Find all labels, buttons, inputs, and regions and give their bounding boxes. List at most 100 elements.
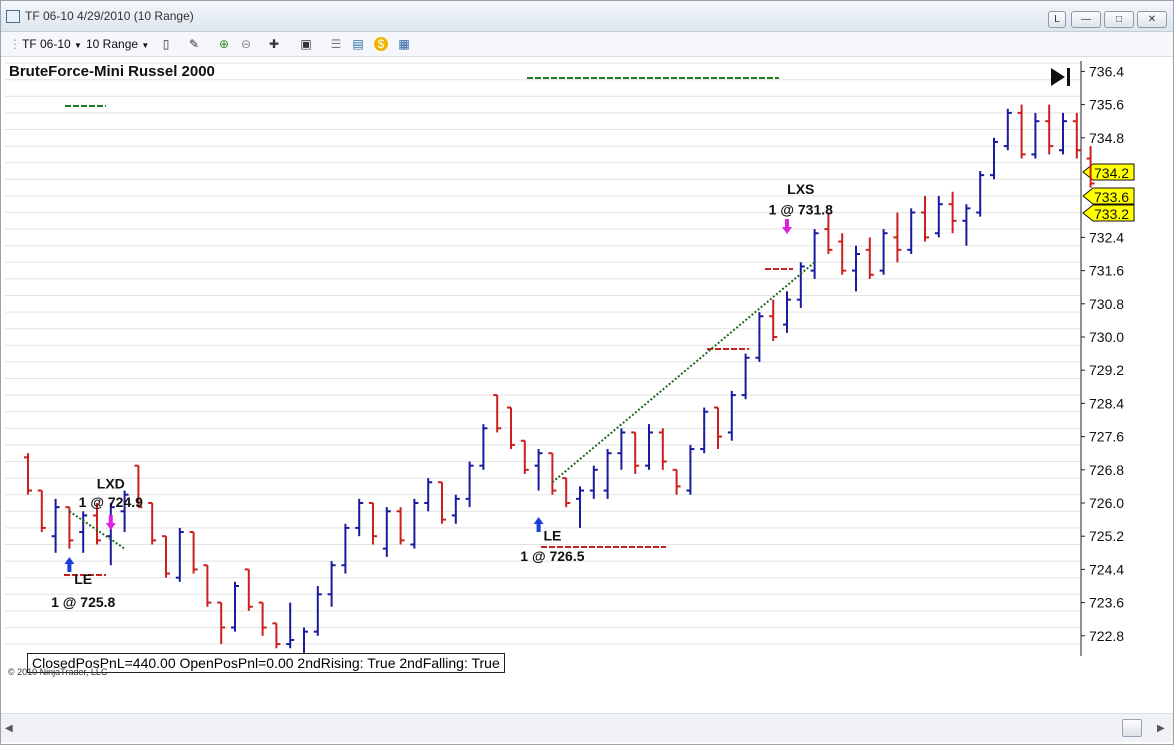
ohlc-bar bbox=[796, 262, 805, 308]
ohlc-bar bbox=[534, 449, 543, 491]
y-tick-label: 723.6 bbox=[1089, 595, 1124, 611]
ohlc-bar bbox=[852, 245, 860, 292]
ohlc-bar bbox=[189, 531, 198, 574]
ohlc-bar bbox=[686, 444, 695, 495]
y-tick-label: 728.4 bbox=[1089, 395, 1124, 411]
trade-annotation: LXD bbox=[97, 475, 125, 491]
y-tick-label: 736.4 bbox=[1089, 63, 1124, 79]
ohlc-bar bbox=[286, 602, 295, 649]
ohlc-bar bbox=[603, 449, 612, 499]
y-tick-label: 726.8 bbox=[1089, 462, 1124, 478]
y-tick-label: 725.2 bbox=[1089, 528, 1124, 544]
ohlc-bar bbox=[576, 486, 584, 528]
price-tag-label: 733.2 bbox=[1094, 206, 1129, 222]
ohlc-bar bbox=[493, 394, 502, 433]
ohlc-bar bbox=[162, 535, 170, 578]
y-tick-label: 730.0 bbox=[1089, 329, 1124, 345]
ohlc-bar bbox=[562, 477, 571, 508]
ohlc-bar bbox=[258, 601, 267, 636]
ohlc-bar bbox=[810, 229, 819, 279]
ohlc-bar bbox=[907, 208, 916, 254]
ohlc-bar bbox=[451, 494, 460, 524]
ohlc-bar bbox=[479, 424, 488, 470]
ohlc-bar bbox=[327, 561, 336, 607]
ohlc-bar bbox=[617, 428, 626, 470]
ohlc-bar bbox=[1031, 112, 1040, 159]
scrollbar-thumb[interactable] bbox=[1122, 719, 1142, 737]
ohlc-bar bbox=[396, 507, 405, 545]
skip-to-end-bar bbox=[1067, 68, 1070, 86]
ohlc-bar bbox=[175, 527, 184, 582]
ohlc-bar bbox=[631, 431, 640, 474]
ohlc-bar bbox=[548, 452, 557, 495]
horizontal-scrollbar[interactable]: ◀ ▶ bbox=[1, 713, 1173, 742]
ohlc-bar bbox=[990, 137, 998, 180]
ohlc-bar bbox=[755, 312, 764, 362]
ohlc-bar bbox=[741, 353, 750, 400]
ohlc-bar bbox=[962, 204, 971, 246]
ohlc-bar bbox=[79, 511, 88, 553]
ohlc-bar bbox=[1072, 112, 1081, 159]
ohlc-bar bbox=[865, 237, 874, 279]
ohlc-bar bbox=[824, 212, 833, 254]
ohlc-bar bbox=[589, 465, 598, 499]
trade-annotation: 1 @ 725.8 bbox=[51, 594, 115, 610]
ohlc-bar bbox=[1059, 112, 1067, 155]
price-tag-label: 734.2 bbox=[1094, 165, 1129, 181]
y-tick-label: 735.6 bbox=[1089, 97, 1124, 113]
ohlc-bar bbox=[217, 601, 226, 645]
ohlc-bar bbox=[976, 171, 985, 217]
ohlc-bar bbox=[148, 502, 157, 545]
ohlc-bar bbox=[465, 461, 474, 508]
ohlc-bar bbox=[410, 498, 419, 549]
trade-annotation: 1 @ 726.5 bbox=[520, 548, 584, 564]
price-tag-label: 733.6 bbox=[1094, 189, 1129, 205]
chart-window: TF 06-10 4/29/2010 (10 Range) L — □ ✕ ⋮ … bbox=[0, 0, 1174, 745]
trade-annotation: 1 @ 724.9 bbox=[79, 494, 143, 510]
ohlc-bar bbox=[438, 481, 446, 524]
y-tick-label: 729.2 bbox=[1089, 362, 1124, 378]
scroll-right-icon[interactable]: ▶ bbox=[1157, 723, 1165, 734]
sell-arrow-icon bbox=[782, 219, 792, 234]
ohlc-bar bbox=[645, 424, 653, 470]
trade-annotation: LE bbox=[74, 571, 92, 587]
buy-arrow-icon bbox=[533, 517, 544, 532]
trade-annotation: LE bbox=[543, 527, 561, 543]
ohlc-bar bbox=[300, 627, 308, 656]
ohlc-bar bbox=[520, 439, 529, 474]
chart-panel[interactable]: 736.4 735.6 734.8 732.4 731.6 730.8 730.0 729.2… bbox=[3, 58, 1135, 678]
ohlc-bar bbox=[106, 503, 115, 566]
ohlc-bar bbox=[231, 581, 239, 632]
ohlc-bar bbox=[369, 502, 377, 545]
ohlc-bar bbox=[879, 229, 888, 275]
scroll-left-icon[interactable]: ◀ bbox=[5, 723, 13, 734]
ohlc-bar bbox=[727, 390, 736, 441]
ohlc-bar bbox=[769, 299, 778, 342]
chart-title: BruteForce-Mini Russel 2000 bbox=[9, 63, 215, 80]
y-tick-label: 732.4 bbox=[1089, 229, 1124, 245]
buy-arrow-icon bbox=[64, 557, 75, 572]
ohlc-bar bbox=[921, 195, 929, 242]
y-tick-label: 734.8 bbox=[1089, 130, 1124, 146]
y-tick-label: 727.6 bbox=[1089, 429, 1124, 445]
trade-annotation: 1 @ 731.8 bbox=[769, 202, 833, 218]
ohlc-bar bbox=[934, 195, 943, 238]
skip-to-end-icon[interactable] bbox=[1051, 68, 1065, 86]
ohlc-bar bbox=[382, 507, 391, 557]
ohlc-bar bbox=[203, 564, 212, 607]
ohlc-bar bbox=[700, 407, 709, 454]
y-tick-label: 722.8 bbox=[1089, 628, 1124, 644]
y-tick-label: 730.8 bbox=[1089, 296, 1124, 312]
ohlc-bar bbox=[838, 233, 847, 275]
y-tick-label: 731.6 bbox=[1089, 263, 1124, 279]
ohlc-bar bbox=[244, 568, 253, 611]
y-tick-label: 724.4 bbox=[1089, 561, 1124, 577]
ohlc-bar bbox=[24, 453, 32, 495]
ohlc-bar bbox=[355, 498, 364, 537]
ohlc-bar bbox=[341, 523, 350, 574]
ohlc-bar bbox=[893, 212, 902, 263]
trade-annotation: LXS bbox=[787, 181, 814, 197]
price-chart[interactable]: 736.4 735.6 734.8 732.4 731.6 730.8 730.0 729.2… bbox=[1, 1, 1171, 656]
ohlc-bar bbox=[658, 428, 667, 470]
y-tick-label: 726.0 bbox=[1089, 495, 1124, 511]
